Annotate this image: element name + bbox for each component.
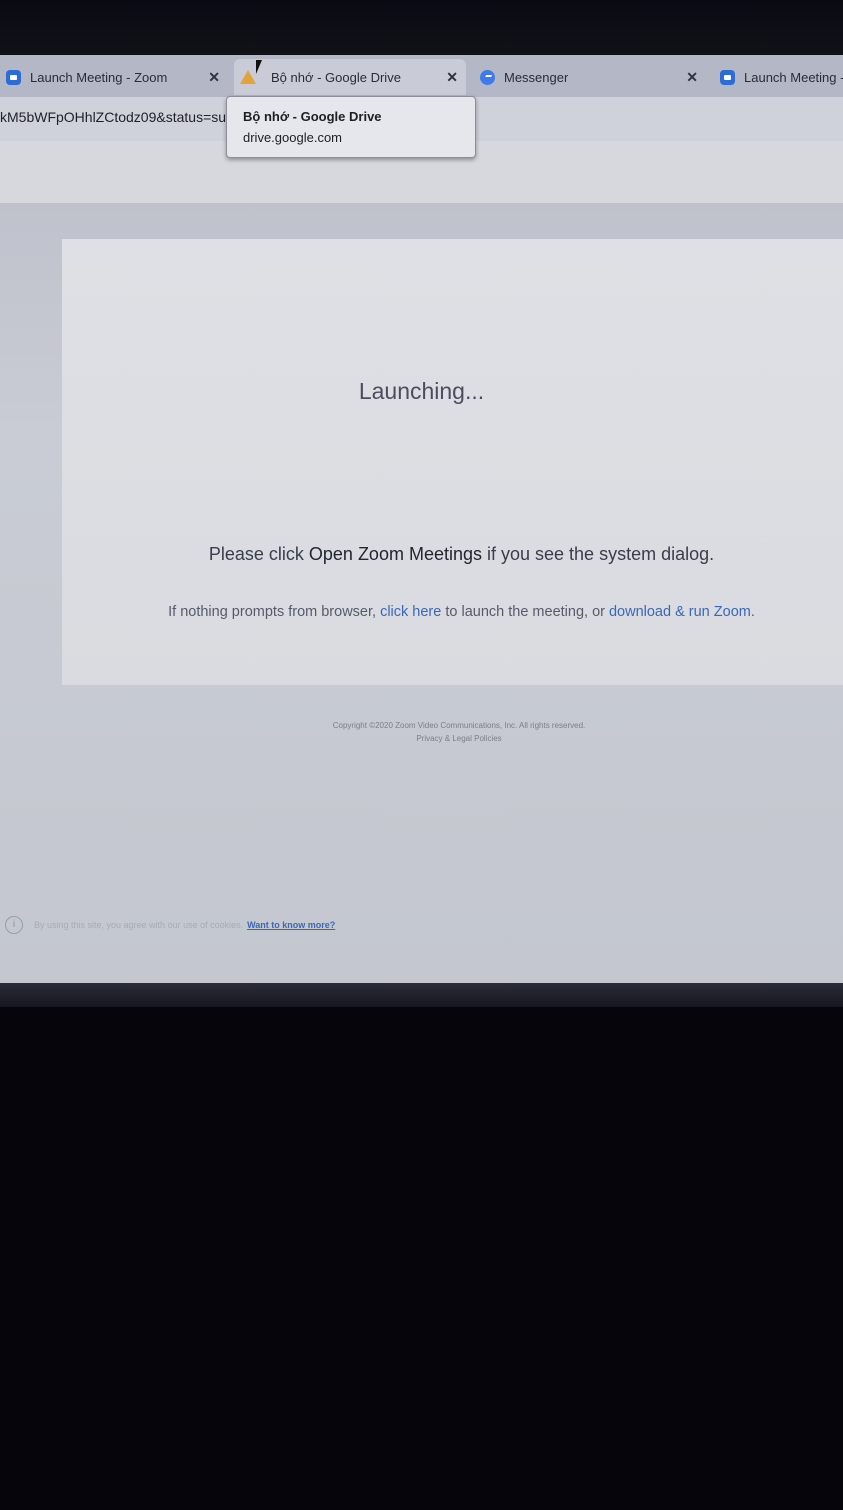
cookie-text: By using this site, you agree with our u…	[34, 920, 244, 930]
monitor-bezel	[0, 0, 843, 56]
taskbar	[0, 983, 843, 1007]
tab-hover-tooltip: Bộ nhớ - Google Drive drive.google.com	[226, 96, 476, 158]
tooltip-domain: drive.google.com	[243, 130, 342, 145]
browser-tab-bar: Launch Meeting - Zoom ✕ Bộ nhớ - Google …	[0, 55, 843, 97]
cookie-notice: i By using this site, you agree with our…	[0, 912, 843, 940]
google-drive-icon	[240, 70, 256, 84]
tab-google-drive[interactable]: Bộ nhớ - Google Drive ✕	[234, 59, 466, 95]
mouse-cursor-icon	[256, 60, 262, 74]
fallback-text: If nothing prompts from browser, click h…	[0, 604, 843, 620]
url-text[interactable]: kM5bWFpOHhlZCtodz09&status=suc	[0, 109, 233, 125]
tab-label: Launch Meeting - Z	[744, 69, 843, 85]
copyright-text: Copyright ©2020 Zoom Video Communication…	[332, 721, 586, 730]
instruction-text: Please click Open Zoom Meetings if you s…	[0, 544, 843, 565]
instruction-post: if you see the system dialog.	[482, 544, 715, 564]
fallback-pre: If nothing prompts from browser,	[168, 604, 381, 620]
photo-of-screen: Launch Meeting - Zoom ✕ Bộ nhớ - Google …	[0, 0, 843, 1510]
close-icon[interactable]: ✕	[686, 69, 698, 86]
zoom-launch-page	[0, 203, 843, 983]
zoom-icon	[720, 69, 735, 85]
close-icon[interactable]: ✕	[446, 69, 458, 86]
instruction-open-zoom: Open Zoom Meetings	[308, 544, 482, 564]
instruction-pre: Please click	[208, 544, 309, 564]
tab-launch-meeting-zoom[interactable]: Launch Meeting - Zoom ✕	[0, 59, 228, 95]
fallback-mid: to launch the meeting, or	[441, 604, 609, 620]
tab-launch-meeting-zoom-2[interactable]: Launch Meeting - Z	[714, 59, 843, 95]
privacy-link[interactable]: Privacy & Legal Policies	[0, 734, 843, 743]
download-zoom-link[interactable]: download & run Zoom	[609, 604, 751, 620]
messenger-icon	[480, 69, 495, 85]
close-icon[interactable]: ✕	[208, 69, 220, 86]
tab-messenger[interactable]: Messenger ✕	[474, 59, 706, 95]
tooltip-title: Bộ nhớ - Google Drive	[243, 109, 382, 124]
click-here-link[interactable]: click here	[380, 604, 441, 620]
want-to-know-more-link[interactable]: Want to know more?	[247, 920, 335, 930]
fallback-end: .	[750, 604, 755, 620]
tab-label: Launch Meeting - Zoom	[30, 69, 168, 85]
info-icon: i	[5, 916, 23, 934]
tab-label: Messenger	[504, 69, 569, 85]
zoom-icon	[6, 69, 21, 85]
tab-label: Bộ nhớ - Google Drive	[271, 69, 401, 85]
cookie-text-wrap: By using this site, you agree with our u…	[34, 920, 335, 930]
launching-status: Launching...	[358, 378, 485, 404]
